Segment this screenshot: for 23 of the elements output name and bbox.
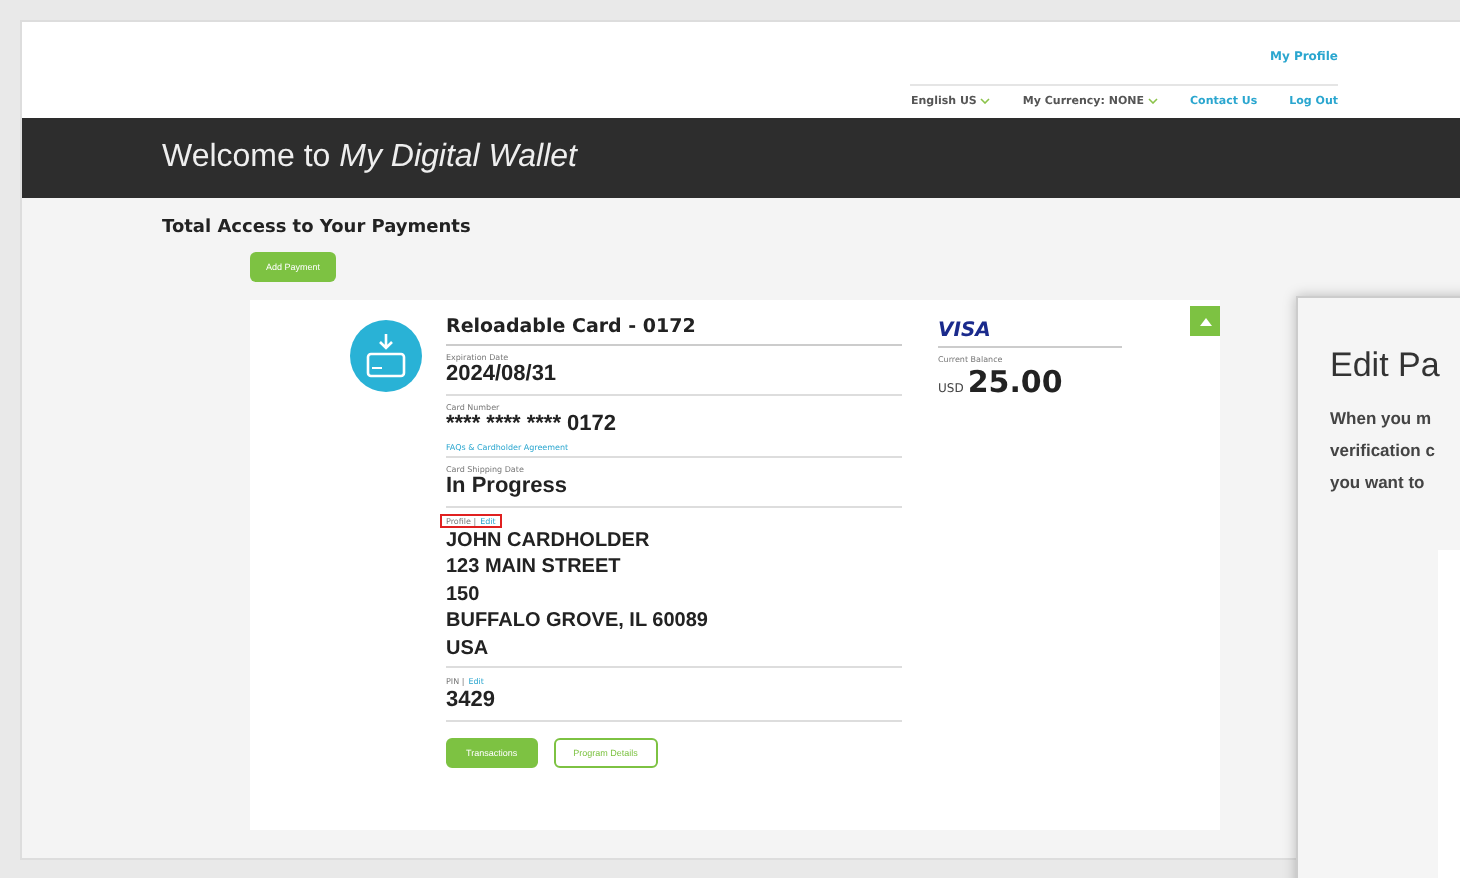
field-value: USA: [446, 635, 491, 662]
dialog-title: Edit Pa: [1330, 346, 1442, 386]
field-value: In Progress: [446, 474, 570, 501]
field-value: 3429: [446, 688, 497, 715]
field-value: BUFFALO GROVE, IL 60089: [446, 608, 710, 635]
banner-title: Welcome to My Digital Wallet: [162, 140, 577, 176]
field-value: 2024/08/31: [446, 362, 559, 389]
field-value: JOHN CARDHOLDER: [446, 527, 652, 554]
dialog-text: you want to: [1330, 470, 1427, 496]
chevron-down-icon: [980, 97, 991, 104]
caret-up-icon: [1199, 317, 1211, 325]
dialog-text: verification c: [1330, 438, 1437, 464]
collapse-button[interactable]: [1190, 306, 1220, 336]
dialog-text: When you m: [1330, 406, 1434, 432]
section-title: Total Access to Your Payments: [162, 218, 473, 238]
chevron-down-icon: [1148, 97, 1159, 104]
card-title: Reloadable Card - 0172: [446, 316, 902, 346]
balance-amount: 25.00: [967, 364, 1063, 400]
field-value: 123 MAIN STREET: [446, 554, 623, 581]
field-value: 150: [446, 581, 482, 608]
card-download-icon: [350, 320, 422, 392]
card-brand: VISA: [938, 320, 1122, 348]
field-value: **** **** **** 0172: [446, 411, 619, 438]
